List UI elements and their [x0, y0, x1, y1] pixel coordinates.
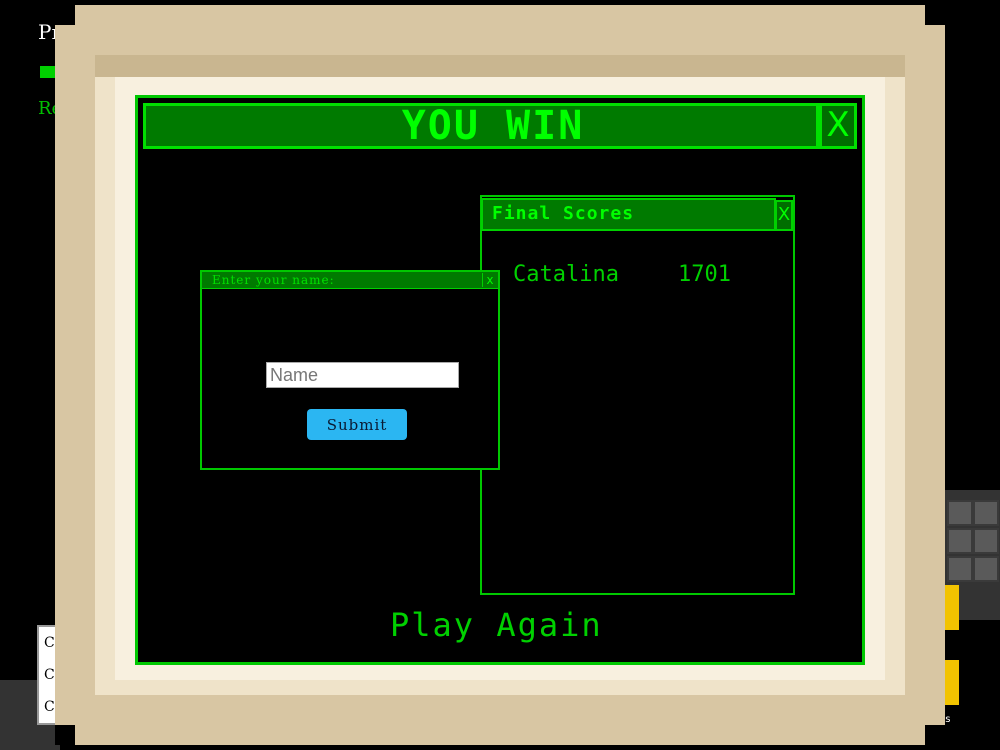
monitor-bezel-shadow [95, 55, 905, 77]
name-input[interactable] [266, 362, 459, 388]
health-bar [40, 66, 56, 78]
bg-menu-item: C [44, 667, 55, 683]
final-scores-window [480, 195, 795, 595]
yellow-block [945, 660, 959, 705]
yellow-block [945, 585, 959, 630]
play-again-button[interactable]: Play Again [390, 606, 603, 644]
score-entry-value: 1701 [678, 262, 731, 287]
name-entry-close-button[interactable]: x [482, 273, 497, 287]
bg-menu-item: C [44, 699, 55, 715]
win-dialog-close-button[interactable]: X [819, 103, 857, 149]
bg-menu-item: C [44, 635, 55, 651]
final-scores-close-button[interactable]: X [775, 200, 793, 231]
win-dialog-title: YOU WIN [401, 103, 585, 149]
submit-button[interactable]: Submit [307, 409, 407, 440]
final-scores-title: Final Scores [492, 203, 635, 224]
name-entry-title: Enter your name: [212, 273, 335, 287]
score-entry-name: Catalina [513, 262, 619, 287]
